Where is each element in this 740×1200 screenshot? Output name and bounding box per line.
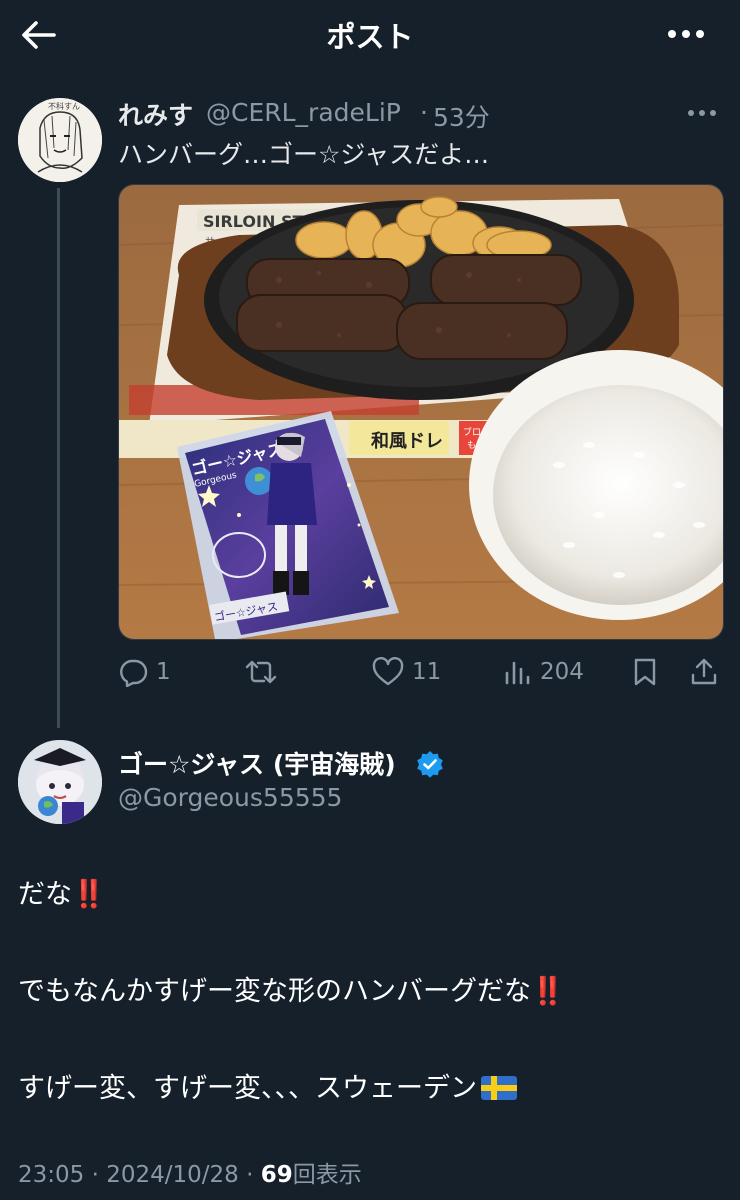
post-text-line: でもなんかすげー変な形のハンバーグだな‼️ [18, 969, 565, 1008]
sketch-avatar-icon: 不科すん [18, 98, 102, 182]
tweet-more-button[interactable] [684, 106, 720, 120]
post-line-text: でもなんかすげー変な形のハンバーグだな [18, 976, 531, 1007]
separator-dot: · [91, 1162, 99, 1188]
double-exclamation-emoji: ‼️ [72, 879, 106, 910]
verified-badge-icon [417, 751, 443, 778]
top-bar: ポスト [0, 0, 740, 70]
sweden-flag-icon [481, 1075, 517, 1108]
post-time[interactable]: 23:05 [18, 1162, 84, 1188]
retweet-button[interactable] [244, 650, 286, 694]
avatar[interactable]: 不科すん [18, 98, 102, 182]
author-handle[interactable]: @CERL_radeLiP [206, 98, 401, 127]
share-button[interactable] [690, 650, 718, 694]
thread-connector-line [57, 188, 60, 728]
reply-button[interactable]: 1 [118, 650, 171, 694]
like-count: 11 [412, 659, 442, 685]
post-date[interactable]: 2024/10/28 [106, 1162, 239, 1188]
post-text-line: すげー変、すげー変、、、スウェーデン [18, 1066, 517, 1108]
views-count: 69 [260, 1162, 293, 1188]
retweet-icon [245, 660, 277, 684]
character-avatar-icon [18, 740, 102, 824]
more-options-button[interactable] [666, 24, 706, 44]
like-button[interactable]: 11 [372, 650, 441, 694]
more-dots-icon [668, 30, 704, 38]
reply-icon [120, 659, 148, 687]
analytics-icon [505, 661, 530, 685]
bookmark-icon [634, 658, 656, 686]
dressing-label: 和風ドレ [371, 431, 443, 452]
post-text-line: だな‼️ [18, 872, 106, 911]
tweet-photo[interactable]: SIRLOIN ST サーロインス 和風ドレ ブロンコビリ もっと [118, 184, 724, 640]
author-handle[interactable]: @Gorgeous55555 [118, 783, 342, 812]
views-button[interactable]: 204 [504, 650, 584, 694]
share-icon [691, 658, 717, 685]
avatar-caption: 不科すん [48, 101, 80, 111]
heart-icon [372, 657, 404, 686]
separator-dot: · [420, 98, 428, 127]
bookmark-button[interactable] [632, 650, 658, 694]
page-title: ポスト [326, 20, 414, 54]
views-label: 回表示 [292, 1162, 362, 1188]
post-time[interactable]: 53分 [433, 98, 490, 134]
post-line-text: だな [18, 879, 72, 910]
author-name[interactable]: れみす [118, 96, 193, 132]
post-metadata: 23:05 · 2024/10/28 · 69回表示 [18, 1155, 362, 1189]
author-name[interactable]: ゴー☆ジャス (宇宙海賊) [118, 745, 396, 781]
more-dots-icon [688, 110, 716, 116]
tweet-action-bar: 1 11 204 [118, 650, 722, 694]
double-exclamation-emoji: ‼️ [531, 976, 565, 1007]
tweet-text: ハンバーグ…ゴー☆ジャスだよ… [118, 140, 490, 169]
avatar[interactable] [18, 740, 102, 824]
reply-count: 1 [156, 659, 171, 685]
separator-dot: · [246, 1162, 254, 1188]
post-line-text: すげー変、すげー変、、、スウェーデン [18, 1073, 477, 1104]
views-count: 204 [540, 659, 584, 685]
food-photo-illustration: SIRLOIN ST サーロインス 和風ドレ ブロンコビリ もっと [119, 185, 723, 639]
